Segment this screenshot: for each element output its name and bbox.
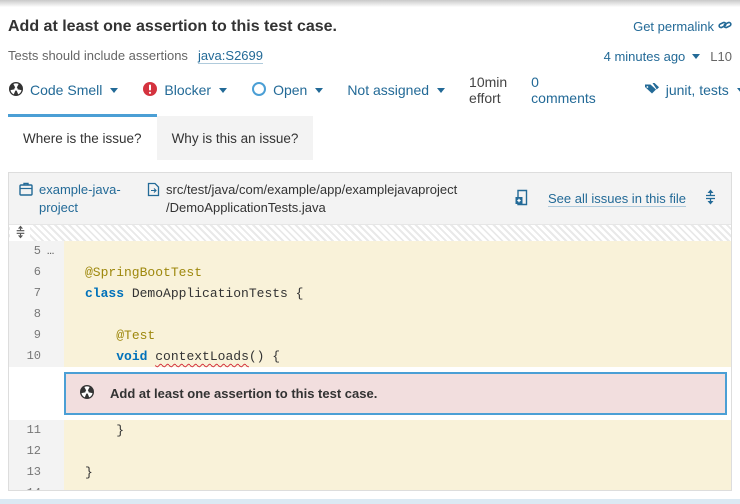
file-header: example-java-project src/test/java/com/e…	[9, 173, 731, 225]
line-number[interactable]: 11	[9, 420, 47, 441]
tab-where-is-the-issue[interactable]: Where is the issue?	[8, 114, 157, 160]
code-line-8: 8	[9, 304, 731, 325]
line-number[interactable]: 8	[9, 304, 47, 325]
comments-link[interactable]: 0 comments	[531, 74, 596, 106]
issue-message: Add at least one assertion to this test …	[110, 386, 377, 401]
get-permalink-link[interactable]: Get permalink	[633, 18, 732, 35]
code-content: @Test	[64, 325, 731, 346]
project-link[interactable]: example-java-project	[19, 181, 137, 216]
pin-file-button[interactable]	[514, 189, 530, 209]
code-content: class DemoApplicationTests {	[64, 283, 731, 304]
code-lines-after: 11 }1213}14	[9, 420, 731, 491]
gutter-spacer	[47, 483, 64, 491]
see-all-issues-link[interactable]: See all issues in this file	[548, 191, 686, 207]
chevron-down-icon	[437, 88, 445, 93]
issue-tabs: Where is the issue? Why is this an issue…	[8, 114, 732, 160]
line-number[interactable]: 5	[9, 241, 47, 262]
status-dropdown[interactable]: Open	[251, 81, 323, 100]
code-smell-icon	[8, 81, 24, 100]
chevron-down-icon	[110, 88, 118, 93]
gutter-spacer	[47, 462, 64, 483]
code-lines-before: 5…6 @SpringBootTest 7 class DemoApplication…	[9, 241, 731, 367]
issue-header: Add at least one assertion to this test …	[0, 8, 740, 100]
chevron-down-icon	[219, 88, 227, 93]
line-number[interactable]: 6	[9, 262, 47, 283]
code-panel: example-java-project src/test/java/com/e…	[8, 172, 732, 491]
gutter-spacer	[47, 325, 64, 346]
code-line-14: 14	[9, 483, 731, 491]
code-content	[64, 441, 731, 462]
pin-file-icon	[514, 189, 530, 209]
code-line-11: 11 }	[9, 420, 731, 441]
code-line-13: 13}	[9, 462, 731, 483]
gutter-spacer	[47, 262, 64, 283]
assignee-dropdown[interactable]: Not assigned	[347, 82, 445, 98]
changelog-dropdown[interactable]: 4 minutes ago	[604, 49, 701, 64]
line-number[interactable]: 14	[9, 483, 47, 491]
code-line-10: 10 void contextLoads() {	[9, 346, 731, 367]
code-line-7: 7 class DemoApplicationTests {	[9, 283, 731, 304]
code-line-9: 9 @Test	[9, 325, 731, 346]
rule-description: Tests should include assertions	[8, 48, 188, 63]
expand-lines-button-gutter[interactable]	[10, 225, 30, 241]
line-number[interactable]: 13	[9, 462, 47, 483]
tab-why-is-this-an-issue[interactable]: Why is this an issue?	[157, 116, 314, 160]
project-icon	[19, 181, 33, 216]
code-content	[64, 241, 731, 262]
chevron-down-icon	[692, 54, 700, 59]
top-fade	[0, 0, 740, 8]
expand-lines-icon	[15, 225, 26, 242]
bottom-strip	[0, 499, 740, 504]
issue-type-dropdown[interactable]: Code Smell	[8, 81, 118, 100]
code-content: }	[64, 462, 731, 483]
line-number[interactable]: 9	[9, 325, 47, 346]
gutter-spacer	[47, 346, 64, 367]
open-circle-icon	[251, 81, 267, 100]
inline-issue-box[interactable]: Add at least one assertion to this test …	[64, 372, 727, 415]
gutter-spacer	[47, 304, 64, 325]
page-title: Add at least one assertion to this test …	[8, 18, 337, 36]
file-path-line2: /DemoApplicationTests.java	[166, 200, 326, 215]
code-content	[64, 304, 731, 325]
collapsed-lines-ellipsis[interactable]: …	[47, 241, 64, 262]
line-ref: L10	[710, 49, 732, 64]
expand-lines-button[interactable]	[704, 189, 717, 208]
gutter-spacer	[47, 283, 64, 304]
tags-icon	[644, 81, 660, 100]
issue-page: Add at least one assertion to this test …	[0, 0, 740, 504]
link-icon	[718, 18, 732, 35]
line-number[interactable]: 10	[9, 346, 47, 367]
code-line-12: 12	[9, 441, 731, 462]
effort-label: 10min effort	[469, 74, 507, 106]
gutter-spacer	[47, 441, 64, 462]
rule-key-link[interactable]: java:S2699	[198, 48, 263, 64]
gutter-spacer	[47, 420, 64, 441]
code-line-5: 5…	[9, 241, 731, 262]
severity-dropdown[interactable]: Blocker	[142, 81, 227, 100]
code-viewer: 5…6 @SpringBootTest 7 class DemoApplication…	[9, 241, 731, 491]
file-icon	[147, 181, 160, 216]
issue-row: Add at least one assertion to this test …	[9, 367, 731, 420]
code-line-6: 6 @SpringBootTest	[9, 262, 731, 283]
code-content	[64, 483, 731, 491]
code-smell-icon	[79, 384, 95, 403]
file-path: src/test/java/com/example/app/examplejav…	[147, 181, 457, 216]
line-number[interactable]: 7	[9, 283, 47, 304]
expand-block-above[interactable]	[9, 225, 731, 241]
code-content: @SpringBootTest	[64, 262, 731, 283]
code-content: void contextLoads() {	[64, 346, 731, 367]
blocker-icon	[142, 81, 158, 100]
expand-lines-icon	[704, 189, 717, 208]
tags-dropdown[interactable]: junit, tests	[644, 81, 740, 100]
code-content: }	[64, 420, 731, 441]
chevron-down-icon	[315, 88, 323, 93]
file-path-line1: src/test/java/com/example/app/examplejav…	[166, 182, 457, 197]
issue-toolbar: Code Smell Blocker	[8, 80, 732, 100]
line-number[interactable]: 12	[9, 441, 47, 462]
